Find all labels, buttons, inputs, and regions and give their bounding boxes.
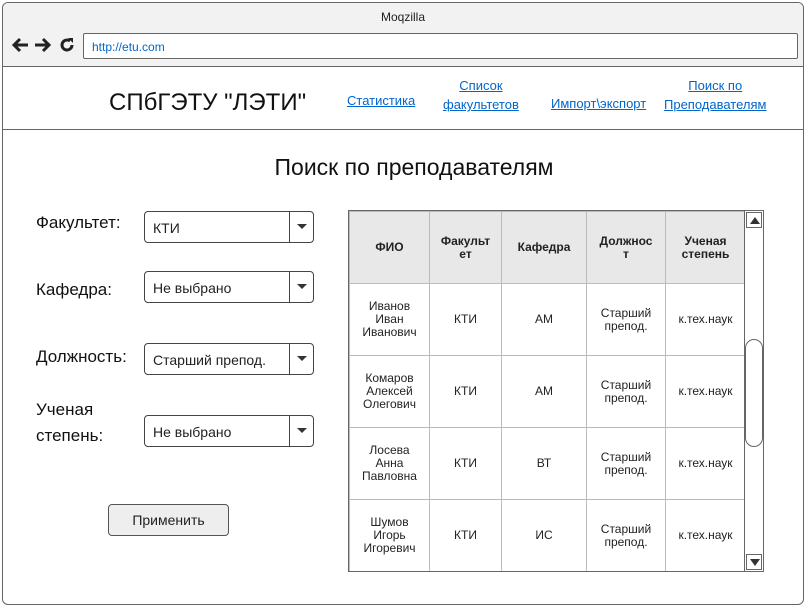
cell-name: Комаров Алексей Олегович <box>349 355 430 428</box>
degree-label-line: Ученая <box>36 400 94 419</box>
nav-link-teacher-search[interactable]: Поиск по Преподавателям <box>664 76 766 114</box>
chevron-down-icon <box>289 416 313 446</box>
degree-select-value: Не выбрано <box>153 424 232 440</box>
browser-chrome: Moqzilla http://etu.com <box>3 3 803 67</box>
faculty-label: Факультет: <box>36 213 121 232</box>
results-table: ФИО Факульт ет Кафедра Должнос т Ученая сте… <box>349 211 746 571</box>
table-scrollbar[interactable] <box>744 211 763 571</box>
window-title: Moqzilla <box>380 10 425 24</box>
address-bar[interactable]: http://etu.com <box>83 33 798 59</box>
chevron-down-icon <box>289 272 313 302</box>
cell-faculty: КТИ <box>429 427 502 500</box>
table-row[interactable]: Шумов Игорь Игоревич КТИ ИС Старший препод.… <box>349 499 746 571</box>
degree-label: Ученая степень: <box>36 397 103 449</box>
department-select[interactable]: Не выбрано <box>144 271 314 303</box>
url-text: http://etu.com <box>92 40 165 54</box>
page-title: Поиск по преподавателям <box>274 154 554 180</box>
column-header-department: Кафедра <box>501 211 587 284</box>
nav-link-label: Поиск по <box>688 78 743 93</box>
site-header: СПбГЭТУ "ЛЭТИ" Статистика Список факульт… <box>3 67 803 130</box>
faculty-select-value: КТИ <box>153 220 180 236</box>
nav-link-label: Импорт\экспорт <box>551 96 647 111</box>
reload-icon[interactable] <box>58 36 76 54</box>
cell-degree: к.тех.наук <box>665 499 746 571</box>
results-table-container: ФИО Факульт ет Кафедра Должнос т Ученая сте… <box>348 210 764 572</box>
table-header-row: ФИО Факульт ет Кафедра Должнос т Ученая сте… <box>349 211 746 284</box>
chevron-down-icon <box>289 344 313 374</box>
browser-window: Moqzilla http://etu.com СПбГЭТУ "ЛЭТИ" С… <box>2 2 804 605</box>
cell-name: Лосева Анна Павловна <box>349 427 430 500</box>
column-header-degree: Ученая степень <box>665 211 746 284</box>
cell-faculty: КТИ <box>429 283 502 356</box>
cell-department: ИС <box>501 499 587 571</box>
cell-degree: к.тех.наук <box>665 427 746 500</box>
scroll-up-icon[interactable] <box>746 212 762 228</box>
cell-degree: к.тех.наук <box>665 283 746 356</box>
scroll-thumb[interactable] <box>745 339 763 447</box>
department-label: Кафедра: <box>36 280 112 299</box>
degree-label-line: степень: <box>36 426 104 445</box>
cell-department: АМ <box>501 355 587 428</box>
cell-faculty: КТИ <box>429 355 502 428</box>
cell-position: Старший препод. <box>586 355 666 428</box>
nav-link-label: Список <box>459 78 503 93</box>
column-header-name: ФИО <box>349 211 430 284</box>
column-header-position: Должнос т <box>586 211 666 284</box>
table-row[interactable]: Комаров Алексей Олегович КТИ АМ Старший пре… <box>349 355 746 428</box>
nav-link-label: Статистика <box>347 93 416 108</box>
nav-link-statistics[interactable]: Статистика <box>347 91 415 110</box>
nav-link-faculties[interactable]: Список факультетов <box>443 76 519 114</box>
site-logo: СПбГЭТУ "ЛЭТИ" <box>109 89 307 116</box>
cell-name: Шумов Игорь Игоревич <box>349 499 430 571</box>
cell-degree: к.тех.наук <box>665 355 746 428</box>
back-arrow-icon[interactable] <box>11 36 29 54</box>
cell-position: Старший препод. <box>586 427 666 500</box>
cell-faculty: КТИ <box>429 499 502 571</box>
cell-position: Старший препод. <box>586 499 666 571</box>
nav-link-label: Преподавателям <box>664 97 767 112</box>
chevron-down-icon <box>289 212 313 242</box>
scroll-down-icon[interactable] <box>746 554 762 570</box>
nav-link-label: факультетов <box>443 97 519 112</box>
faculty-select[interactable]: КТИ <box>144 211 314 243</box>
forward-arrow-icon[interactable] <box>34 36 52 54</box>
degree-select[interactable]: Не выбрано <box>144 415 314 447</box>
table-row[interactable]: Лосева Анна Павловна КТИ ВТ Старший препод.… <box>349 427 746 500</box>
position-select-value: Старший препод. <box>153 352 266 368</box>
column-header-faculty: Факульт ет <box>429 211 502 284</box>
cell-name: Иванов Иван Иванович <box>349 283 430 356</box>
apply-button[interactable]: Применить <box>108 504 229 536</box>
cell-position: Старший препод. <box>586 283 666 356</box>
department-select-value: Не выбрано <box>153 280 232 296</box>
position-select[interactable]: Старший препод. <box>144 343 314 375</box>
table-row[interactable]: Иванов Иван Иванович КТИ АМ Старший препод.… <box>349 283 746 356</box>
nav-link-import-export[interactable]: Импорт\экспорт <box>551 94 646 113</box>
position-label: Должность: <box>36 347 127 366</box>
cell-department: ВТ <box>501 427 587 500</box>
cell-department: АМ <box>501 283 587 356</box>
